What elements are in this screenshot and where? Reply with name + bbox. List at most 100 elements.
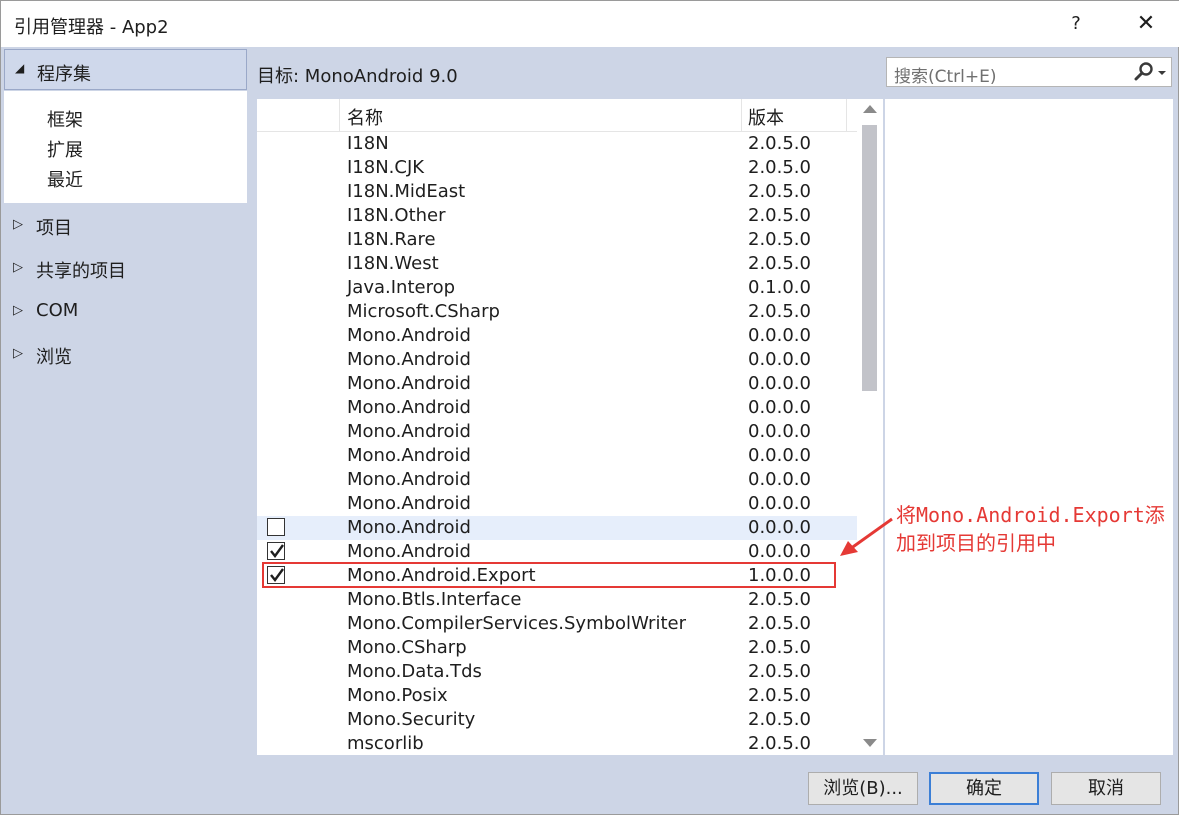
table-row[interactable]: I18N.Other 2.0.5.0: [257, 204, 857, 228]
assembly-name: I18N: [347, 133, 389, 154]
table-row[interactable]: Mono.Android 0.0.0.0: [257, 396, 857, 420]
assembly-name: Mono.Btls.Interface: [347, 589, 522, 610]
column-header-name[interactable]: 名称: [347, 104, 383, 130]
annotation-line: 加到项目的引用中: [896, 531, 1056, 555]
assemblies-subpanel: 框架 扩展 最近: [4, 91, 247, 203]
table-row[interactable]: Mono.Data.Tds 2.0.5.0: [257, 660, 857, 684]
assembly-version: 0.0.0.0: [748, 373, 811, 394]
assembly-name: Mono.Android: [347, 373, 471, 394]
assembly-version: 2.0.5.0: [748, 301, 811, 322]
sidebar-subitem-framework[interactable]: 框架: [47, 106, 83, 132]
annotation-highlight-box: [262, 562, 836, 588]
assembly-version: 2.0.5.0: [748, 229, 811, 250]
table-row[interactable]: Mono.CompilerServices.SymbolWriter 2.0.5.…: [257, 612, 857, 636]
table-row[interactable]: I18N.MidEast 2.0.5.0: [257, 180, 857, 204]
window-title: 引用管理器 - App2: [14, 17, 169, 38]
assembly-name: Mono.CSharp: [347, 637, 467, 658]
sidebar-item-browse[interactable]: ▷ 浏览: [4, 343, 247, 373]
assembly-name: Mono.Android: [347, 445, 471, 466]
collapse-arrow-icon: ◢: [15, 61, 25, 75]
assembly-version: 2.0.5.0: [748, 157, 811, 178]
assembly-version: 2.0.5.0: [748, 181, 811, 202]
checkbox-unchecked[interactable]: [267, 518, 285, 536]
scroll-up-arrow-icon[interactable]: [863, 105, 877, 113]
table-row[interactable]: Mono.Btls.Interface 2.0.5.0: [257, 588, 857, 612]
column-divider[interactable]: [741, 99, 742, 131]
assembly-version: 2.0.5.0: [748, 661, 811, 682]
table-row[interactable]: Mono.Android 0.0.0.0: [257, 516, 857, 540]
assembly-name: Mono.Security: [347, 709, 476, 730]
table-row[interactable]: Microsoft.CSharp 2.0.5.0: [257, 300, 857, 324]
annotation-arrow-icon: [840, 517, 893, 556]
table-row[interactable]: Mono.Android 0.0.0.0: [257, 540, 857, 564]
ok-button[interactable]: 确定: [929, 772, 1039, 805]
table-row[interactable]: Mono.Android 0.0.0.0: [257, 468, 857, 492]
assembly-name: Mono.Data.Tds: [347, 661, 482, 682]
table-row[interactable]: I18N.West 2.0.5.0: [257, 252, 857, 276]
assembly-version: 2.0.5.0: [748, 733, 811, 754]
assembly-name: Mono.CompilerServices.SymbolWriter: [347, 613, 686, 634]
assembly-name: I18N.MidEast: [347, 181, 466, 202]
close-button[interactable]: ✕: [1126, 9, 1166, 39]
assembly-name: mscorlib: [347, 733, 424, 754]
scroll-down-arrow-icon[interactable]: [863, 739, 877, 747]
sidebar-item-label: 共享的项目: [36, 261, 126, 282]
assembly-version: 2.0.5.0: [748, 685, 811, 706]
table-row[interactable]: Mono.Security 2.0.5.0: [257, 708, 857, 732]
table-row[interactable]: Mono.CSharp 2.0.5.0: [257, 636, 857, 660]
list-header: 名称 版本: [257, 99, 857, 132]
table-row[interactable]: I18N.Rare 2.0.5.0: [257, 228, 857, 252]
assembly-version: 2.0.5.0: [748, 133, 811, 154]
reference-manager-window: 引用管理器 - App2 ? ✕ ◢ 程序集 框架 扩展 最近 ▷ 项目 ▷ 共…: [0, 0, 1180, 815]
table-row[interactable]: Mono.Android 0.0.0.0: [257, 372, 857, 396]
sidebar-item-label: COM: [36, 300, 79, 321]
sidebar-subitem-recent[interactable]: 最近: [47, 166, 83, 192]
cancel-button[interactable]: 取消: [1051, 772, 1161, 805]
column-divider[interactable]: [339, 99, 340, 131]
table-row[interactable]: Mono.Posix 2.0.5.0: [257, 684, 857, 708]
assembly-name: Microsoft.CSharp: [347, 301, 500, 322]
assembly-version: 0.0.0.0: [748, 493, 811, 514]
search-input[interactable]: 搜索(Ctrl+E): [886, 57, 1172, 87]
table-row[interactable]: I18N.CJK 2.0.5.0: [257, 156, 857, 180]
assembly-version: 0.0.0.0: [748, 325, 811, 346]
search-icon[interactable]: [1129, 60, 1169, 84]
table-row[interactable]: Java.Interop 0.1.0.0: [257, 276, 857, 300]
sidebar: ◢ 程序集 框架 扩展 最近 ▷ 项目 ▷ 共享的项目 ▷ COM ▷ 浏览: [4, 49, 247, 759]
sidebar-item-shared-projects[interactable]: ▷ 共享的项目: [4, 257, 247, 287]
table-row[interactable]: Mono.Android 0.0.0.0: [257, 420, 857, 444]
assembly-name: Mono.Android: [347, 493, 471, 514]
assembly-version: 0.0.0.0: [748, 517, 811, 538]
sidebar-item-assemblies[interactable]: ◢ 程序集: [4, 49, 247, 90]
assembly-name: Mono.Android: [347, 349, 471, 370]
table-row[interactable]: Mono.Android 0.0.0.0: [257, 444, 857, 468]
expand-arrow-icon: ▷: [13, 346, 23, 361]
sidebar-item-label: 项目: [36, 218, 72, 239]
help-button[interactable]: ?: [1059, 9, 1093, 39]
assembly-version: 2.0.5.0: [748, 613, 811, 634]
column-header-version[interactable]: 版本: [748, 104, 784, 130]
sidebar-subitem-extensions[interactable]: 扩展: [47, 136, 83, 162]
checkbox-checked[interactable]: [267, 542, 285, 560]
table-row[interactable]: Mono.Android 0.0.0.0: [257, 492, 857, 516]
annotation-text: 将Mono.Android.Export添 加到项目的引用中: [896, 501, 1178, 557]
assembly-name: Mono.Android: [347, 517, 471, 538]
sidebar-item-projects[interactable]: ▷ 项目: [4, 214, 247, 244]
browse-button[interactable]: 浏览(B)...: [808, 772, 918, 805]
sidebar-item-com[interactable]: ▷ COM: [4, 300, 247, 330]
table-row[interactable]: mscorlib 2.0.5.0: [257, 732, 857, 755]
expand-arrow-icon: ▷: [13, 217, 23, 232]
scroll-thumb[interactable]: [862, 125, 877, 391]
column-divider[interactable]: [846, 99, 847, 131]
assembly-name: Mono.Posix: [347, 685, 448, 706]
sidebar-item-label: 程序集: [37, 64, 91, 85]
search-placeholder: 搜索(Ctrl+E): [894, 67, 997, 87]
assembly-name: Mono.Android: [347, 541, 471, 562]
list-scrollbar[interactable]: [857, 99, 883, 755]
assembly-name: I18N.CJK: [347, 157, 425, 178]
table-row[interactable]: Mono.Android 0.0.0.0: [257, 324, 857, 348]
assembly-version: 2.0.5.0: [748, 709, 811, 730]
table-row[interactable]: Mono.Android 0.0.0.0: [257, 348, 857, 372]
table-row[interactable]: I18N 2.0.5.0: [257, 132, 857, 156]
assembly-version: 2.0.5.0: [748, 637, 811, 658]
